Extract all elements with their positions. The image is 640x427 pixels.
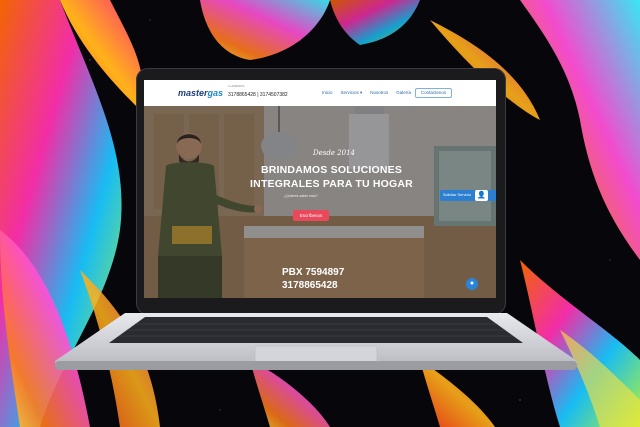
hero-headline-line2: INTEGRALES PARA TU HOGAR xyxy=(250,178,413,190)
hero-headline-line1: BRINDAMOS SOLUCIONES xyxy=(260,164,403,176)
user-icon[interactable]: 👤 xyxy=(475,190,488,201)
laptop-screen: mastergas LLAMENOS 3178865428 | 31745073… xyxy=(144,80,496,298)
site-logo[interactable]: mastergas xyxy=(178,88,223,98)
cta-button[interactable]: Escríbenos xyxy=(293,210,329,221)
contact-button[interactable]: Contactenos xyxy=(415,88,452,98)
pbx-number: PBX 7594897 xyxy=(282,267,345,278)
nav-nosotros[interactable]: Nosotros xyxy=(370,90,388,96)
main-nav: Inicio Servicios ▾ Nosotros Galería xyxy=(322,90,411,96)
mobile-number: 3178865428 xyxy=(282,280,338,291)
nav-galeria[interactable]: Galería xyxy=(396,90,411,96)
nav-servicios[interactable]: Servicios ▾ xyxy=(341,90,363,96)
phone-label: LLAMENOS xyxy=(228,84,245,88)
hero-headline: BRINDAMOS SOLUCIONES INTEGRALES PARA TU … xyxy=(224,163,439,191)
site-header: mastergas LLAMENOS 3178865428 | 31745073… xyxy=(144,80,496,107)
logo-primary: master xyxy=(178,88,208,98)
header-phones: 3178865428 | 3174507382 xyxy=(228,92,288,98)
hero-section: Desde 2014 BRINDAMOS SOLUCIONES INTEGRAL… xyxy=(144,106,496,298)
logo-secondary: gas xyxy=(207,88,224,98)
hero-subheadline: ¿Quieres saber más? xyxy=(284,194,318,198)
chat-icon[interactable]: ● xyxy=(466,278,478,290)
nav-inicio[interactable]: Inicio xyxy=(322,90,333,96)
laptop-base xyxy=(55,313,577,370)
since-label: Desde 2014 xyxy=(312,149,355,157)
